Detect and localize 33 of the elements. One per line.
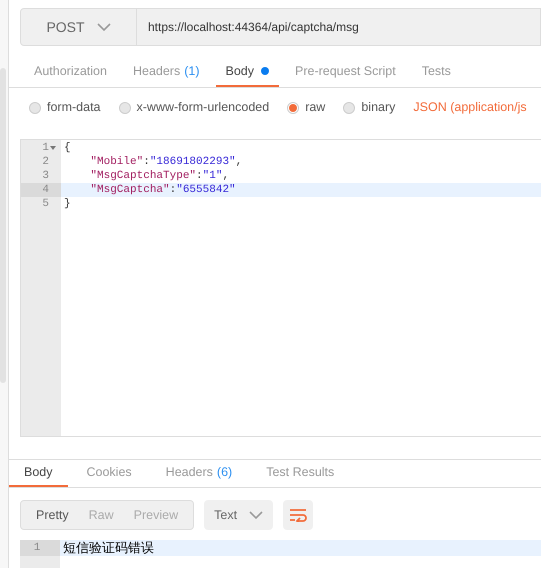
content-type-dropdown[interactable]: JSON (application/js (413, 98, 527, 117)
code-line: "MsgCaptchaType":"1", (89, 169, 230, 184)
fold-caret-icon[interactable] (50, 146, 56, 150)
radio-option[interactable]: raw (287, 98, 326, 117)
response-tab[interactable]: Headers (6) (150, 460, 248, 488)
line-number: 5 (42, 197, 49, 212)
count-label: (1) (184, 62, 200, 80)
radio-option[interactable]: x-www-form-urlencoded (118, 98, 270, 117)
line-number: 4 (42, 183, 49, 198)
code-line: { (63, 141, 72, 156)
line-number: 3 (42, 169, 49, 184)
request-tab[interactable]: Headers (1) (122, 58, 210, 87)
format-dropdown[interactable]: Text (204, 500, 274, 530)
line-number: 1 (34, 541, 40, 556)
wrap-lines-button[interactable] (283, 500, 314, 530)
line-number: 1 (42, 141, 49, 156)
request-tab[interactable]: Authorization (24, 58, 117, 87)
radio-option[interactable]: form-data (29, 98, 100, 117)
wrap-lines-icon (289, 508, 308, 522)
response-tab[interactable]: Cookies (72, 460, 147, 488)
response-tab[interactable]: Test Results (251, 460, 350, 488)
line-number: 2 (42, 155, 49, 170)
code-line: "Mobile":"18691802293", (89, 155, 244, 170)
request-tab[interactable]: Tests (412, 58, 461, 87)
chevron-down-icon (249, 510, 264, 520)
radio-option[interactable]: binary (343, 98, 396, 117)
code-line: } (63, 197, 72, 212)
request-tab[interactable]: Pre-request Script (285, 58, 406, 87)
request-tab[interactable]: Body (216, 58, 279, 87)
view-mode-button[interactable]: Pretty (26, 501, 79, 529)
code-editor[interactable]: 1 2 3 4 5 { "Mobile":"18691802293", "MsgCaptchaType":"1", "MsgCaptcha":"6555842" } (20, 139, 541, 437)
count-label: (6) (216, 464, 232, 482)
response-tab[interactable]: Body (9, 460, 68, 488)
